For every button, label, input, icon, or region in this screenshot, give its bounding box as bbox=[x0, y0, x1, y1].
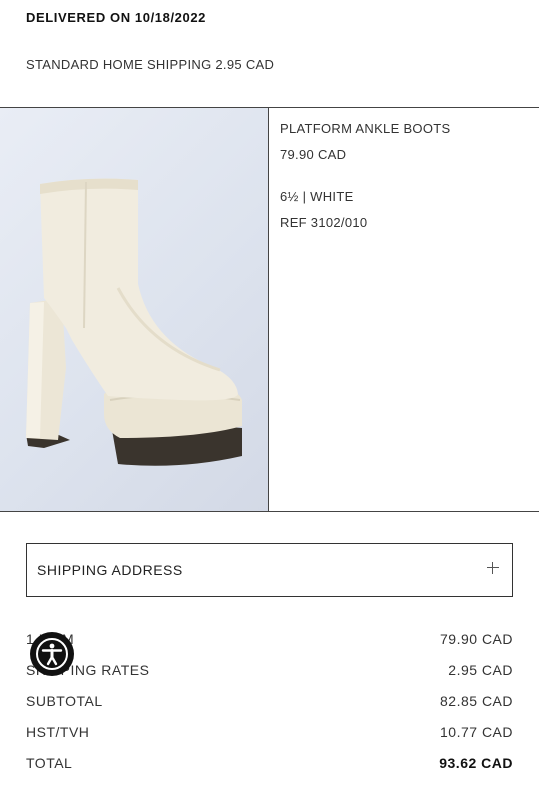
summary-row-tax: HST/TVH 10.77 CAD bbox=[26, 724, 513, 744]
shipping-address-accordion[interactable]: SHIPPING ADDRESS bbox=[26, 543, 513, 597]
tax-value: 10.77 CAD bbox=[440, 724, 513, 740]
boot-image bbox=[26, 178, 242, 466]
summary-row-subtotal: SUBTOTAL 82.85 CAD bbox=[26, 693, 513, 713]
shipping-rates-value: 2.95 CAD bbox=[448, 662, 513, 678]
total-value: 93.62 CAD bbox=[439, 755, 513, 771]
summary-row-shipping: SHIPPING RATES 2.95 CAD bbox=[26, 662, 513, 682]
product-price: 79.90 CAD bbox=[280, 147, 347, 162]
product-card: PLATFORM ANKLE BOOTS 79.90 CAD 6½ | WHIT… bbox=[0, 107, 539, 512]
product-variant: 6½ | WHITE bbox=[280, 189, 354, 204]
subtotal-value: 82.85 CAD bbox=[440, 693, 513, 709]
tax-label: HST/TVH bbox=[26, 724, 90, 740]
accessibility-button[interactable] bbox=[30, 632, 74, 676]
product-image[interactable] bbox=[0, 108, 269, 511]
product-reference: REF 3102/010 bbox=[280, 215, 368, 230]
plus-icon[interactable] bbox=[486, 561, 500, 575]
total-label: TOTAL bbox=[26, 755, 73, 771]
shipping-address-label: SHIPPING ADDRESS bbox=[37, 562, 183, 578]
items-value: 79.90 CAD bbox=[440, 631, 513, 647]
product-name[interactable]: PLATFORM ANKLE BOOTS bbox=[280, 121, 450, 136]
summary-row-total: TOTAL 93.62 CAD bbox=[26, 755, 513, 775]
accessibility-icon bbox=[36, 638, 68, 670]
shipping-method: STANDARD HOME SHIPPING 2.95 CAD bbox=[26, 57, 275, 72]
summary-row-items: 1 ITEM 79.90 CAD bbox=[26, 631, 513, 651]
delivery-status: DELIVERED ON 10/18/2022 bbox=[26, 10, 206, 25]
subtotal-label: SUBTOTAL bbox=[26, 693, 103, 709]
